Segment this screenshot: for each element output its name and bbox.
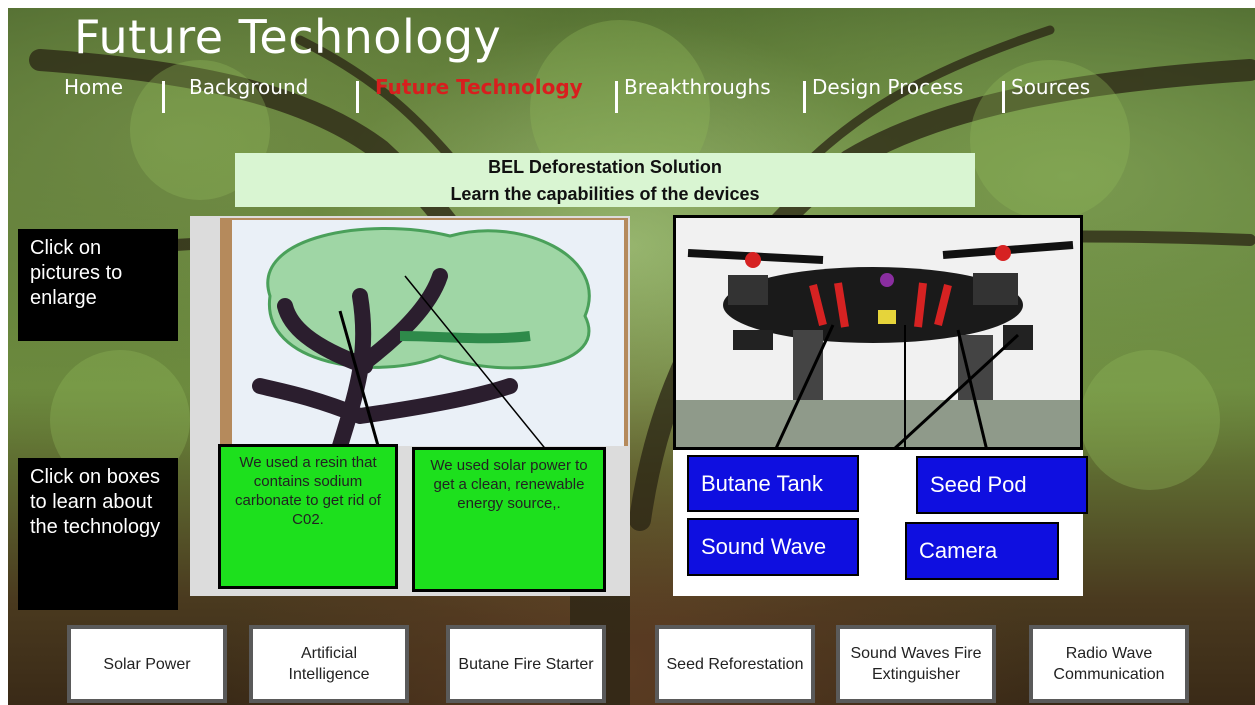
nav-design-process[interactable]: Design Process [812, 75, 963, 99]
enlarge-hint: Click on pictures to enlarge [18, 229, 178, 341]
page-background: Future Technology Home Background Future… [0, 0, 1255, 705]
page-banner: BEL Deforestation Solution Learn the cap… [235, 153, 975, 207]
seed-reforestation-button[interactable]: Seed Reforestation [655, 625, 815, 703]
camera-box[interactable]: Camera [905, 522, 1059, 580]
nav-separator [1002, 81, 1005, 113]
solar-info-box[interactable]: We used solar power to get a clean, rene… [412, 447, 606, 592]
banner-title: BEL Deforestation Solution [488, 157, 722, 177]
nav-sources[interactable]: Sources [1011, 75, 1090, 99]
nav-breakthroughs[interactable]: Breakthroughs [624, 75, 771, 99]
resin-info-box[interactable]: We used a resin that contains sodium car… [218, 444, 398, 589]
drone-drawing-image[interactable] [673, 215, 1083, 450]
drone-panel: Butane Tank Seed Pod Sound Wave Camera [673, 215, 1088, 596]
nav-separator [803, 81, 806, 113]
nav-background[interactable]: Background [189, 75, 308, 99]
nav-separator [162, 81, 165, 113]
tree-panel: We used a resin that contains sodium car… [190, 216, 630, 596]
banner-subtitle: Learn the capabilities of the devices [450, 184, 760, 204]
nav-future-technology[interactable]: Future Technology [375, 75, 583, 99]
seed-pod-box[interactable]: Seed Pod [916, 456, 1088, 514]
main-nav: Home Background Future Technology Breakt… [0, 75, 1255, 115]
nav-separator [356, 81, 359, 113]
butane-fire-starter-button[interactable]: Butane Fire Starter [446, 625, 606, 703]
sound-waves-fire-extinguisher-button[interactable]: Sound Waves Fire Extinguisher [836, 625, 996, 703]
artificial-intelligence-button[interactable]: Artificial Intelligence [249, 625, 409, 703]
nav-separator [615, 81, 618, 113]
butane-tank-box[interactable]: Butane Tank [687, 455, 859, 512]
site-title: Future Technology [74, 10, 502, 64]
sound-wave-box[interactable]: Sound Wave [687, 518, 859, 576]
boxes-hint: Click on boxes to learn about the techno… [18, 458, 178, 610]
nav-home[interactable]: Home [64, 75, 123, 99]
radio-wave-communication-button[interactable]: Radio Wave Communication [1029, 625, 1189, 703]
solar-power-button[interactable]: Solar Power [67, 625, 227, 703]
